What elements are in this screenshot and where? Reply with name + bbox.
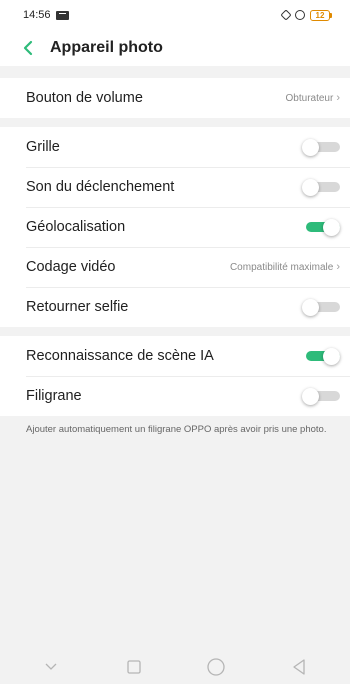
- status-right: 12: [280, 9, 332, 21]
- circle-icon[interactable]: [201, 652, 231, 682]
- watermark-footnote: Ajouter automatiquement un filigrane OPP…: [26, 424, 327, 435]
- status-left: 14:56: [23, 9, 69, 21]
- message-notification-icon: [55, 10, 69, 20]
- ai-scene-toggle[interactable]: [302, 348, 340, 365]
- chevron-right-icon: ›: [336, 92, 340, 104]
- setting-value: Compatibilité maximale ›: [230, 261, 340, 273]
- square-icon[interactable]: [119, 652, 149, 682]
- chevron-left-icon[interactable]: [22, 37, 44, 59]
- grid-toggle[interactable]: [302, 139, 340, 156]
- app-header: Appareil photo: [0, 30, 350, 66]
- setting-label: Grille: [26, 139, 60, 155]
- clock-icon: [295, 10, 305, 20]
- triangle-left-icon[interactable]: [284, 652, 314, 682]
- section-ai: Reconnaissance de scène IA Filigrane: [0, 336, 350, 416]
- section-volume: Bouton de volume Obturateur ›: [0, 78, 350, 118]
- setting-label: Retourner selfie: [26, 299, 129, 315]
- setting-shutter-sound[interactable]: Son du déclenchement: [0, 167, 350, 207]
- setting-label: Son du déclenchement: [26, 179, 175, 195]
- setting-label: Codage vidéo: [26, 259, 116, 275]
- shutter-sound-toggle[interactable]: [302, 179, 340, 196]
- status-time: 14:56: [23, 9, 51, 21]
- setting-mirror-selfie[interactable]: Retourner selfie: [0, 287, 350, 327]
- section-capture: Grille Son du déclenchement Géolocalisat…: [0, 127, 350, 327]
- setting-label: Bouton de volume: [26, 90, 143, 106]
- geolocation-toggle[interactable]: [302, 219, 340, 236]
- setting-ai-scene[interactable]: Reconnaissance de scène IA: [0, 336, 350, 376]
- setting-video-codec[interactable]: Codage vidéo Compatibilité maximale ›: [0, 247, 350, 287]
- setting-label: Reconnaissance de scène IA: [26, 348, 214, 364]
- battery-level: 12: [310, 9, 330, 21]
- watermark-toggle[interactable]: [302, 388, 340, 405]
- setting-watermark[interactable]: Filigrane: [0, 376, 350, 416]
- setting-geolocation[interactable]: Géolocalisation: [0, 207, 350, 247]
- setting-label: Filigrane: [26, 388, 82, 404]
- volume-button-value: Obturateur: [285, 92, 334, 104]
- setting-label: Géolocalisation: [26, 219, 126, 235]
- mirror-selfie-toggle[interactable]: [302, 299, 340, 316]
- battery-icon: 12: [310, 9, 332, 21]
- alarm-icon: [280, 9, 292, 21]
- chevron-down-icon[interactable]: [36, 652, 66, 682]
- video-codec-value: Compatibilité maximale: [229, 261, 334, 273]
- chevron-right-icon: ›: [336, 261, 340, 273]
- setting-volume-button[interactable]: Bouton de volume Obturateur ›: [0, 78, 350, 118]
- setting-grid[interactable]: Grille: [0, 127, 350, 167]
- page-title: Appareil photo: [50, 39, 163, 56]
- battery-tip: [330, 12, 332, 18]
- system-nav-bar: [0, 650, 350, 684]
- status-bar: 14:56 12: [0, 0, 350, 30]
- setting-value: Obturateur ›: [286, 92, 340, 104]
